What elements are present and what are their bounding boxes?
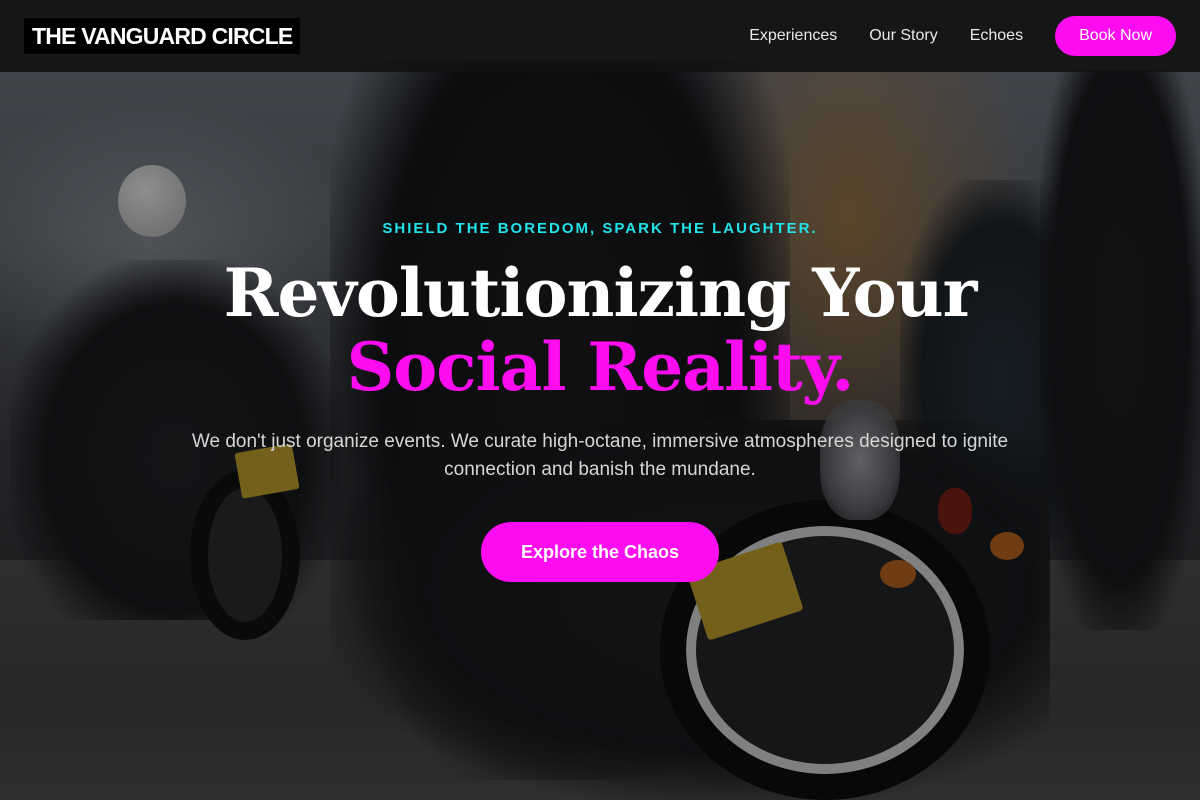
hero-tagline: SHIELD THE BOREDOM, SPARK THE LAUGHTER.	[382, 220, 818, 237]
page: THE VANGUARD CIRCLE Experiences Our Stor…	[0, 0, 1200, 800]
headline-line-2: Social Reality.	[346, 328, 855, 406]
hero-description: We don't just organize events. We curate…	[191, 431, 1009, 480]
hero-section: SHIELD THE BOREDOM, SPARK THE LAUGHTER. …	[0, 0, 1200, 800]
explore-the-chaos-button[interactable]: Explore the Chaos	[481, 522, 719, 582]
hero-headline: Revolutionizing Your Social Reality.	[0, 256, 1200, 404]
headline-line-1: Revolutionizing Your	[223, 254, 978, 332]
